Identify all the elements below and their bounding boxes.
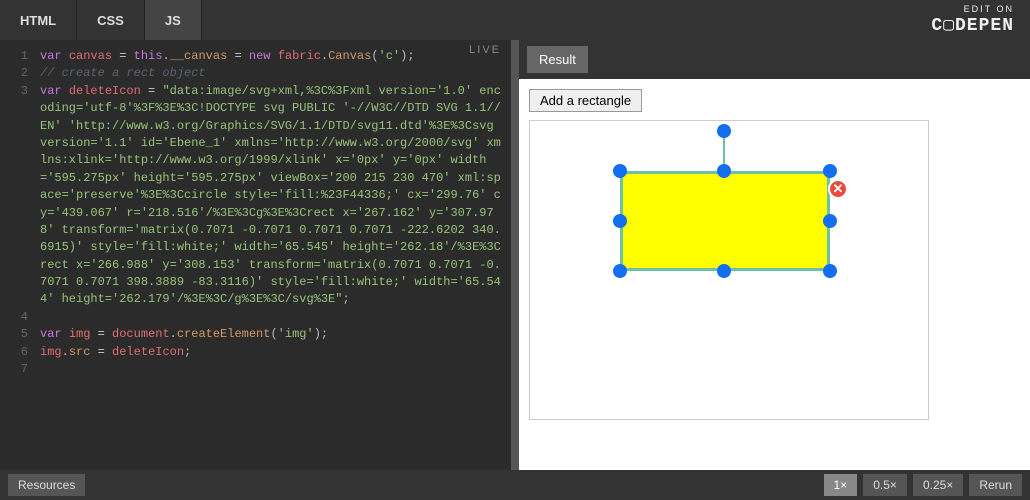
gutter: 2 bbox=[0, 65, 40, 82]
handle-rotate[interactable] bbox=[717, 124, 731, 138]
handle-br[interactable] bbox=[823, 264, 837, 278]
tab-html[interactable]: HTML bbox=[0, 0, 77, 40]
tab-js[interactable]: JS bbox=[145, 0, 202, 40]
result-body: Add a rectangle ✕ bbox=[519, 79, 1030, 470]
code-source[interactable]: var img = document.createElement('img'); bbox=[40, 326, 501, 343]
gutter: 1 bbox=[0, 48, 40, 65]
live-badge: LIVE bbox=[469, 44, 501, 56]
code-source[interactable] bbox=[40, 361, 501, 378]
code-editor[interactable]: 1var canvas = this.__canvas = new fabric… bbox=[0, 40, 511, 470]
main: LIVE 1var canvas = this.__canvas = new f… bbox=[0, 40, 1030, 470]
codepen-logo: C▢DEPEN bbox=[931, 14, 1014, 36]
gutter: 5 bbox=[0, 326, 40, 343]
code-line[interactable]: 4 bbox=[0, 309, 501, 326]
code-line[interactable]: 3var deleteIcon = "data:image/svg+xml,%3… bbox=[0, 83, 501, 309]
edit-on-label: EDIT ON bbox=[964, 4, 1014, 14]
gutter: 6 bbox=[0, 344, 40, 361]
code-source[interactable]: // create a rect object bbox=[40, 65, 501, 82]
code-line[interactable]: 5var img = document.createElement('img')… bbox=[0, 326, 501, 343]
topbar: HTML CSS JS EDIT ON C▢DEPEN bbox=[0, 0, 1030, 40]
tab-result[interactable]: Result bbox=[527, 46, 588, 73]
handle-tl[interactable] bbox=[613, 164, 627, 178]
code-line[interactable]: 6img.src = deleteIcon; bbox=[0, 344, 501, 361]
code-line[interactable]: 2// create a rect object bbox=[0, 65, 501, 82]
zoom-1x[interactable]: 1× bbox=[824, 474, 858, 496]
zoom-05x[interactable]: 0.5× bbox=[863, 474, 907, 496]
handle-tr[interactable] bbox=[823, 164, 837, 178]
code-source[interactable]: var canvas = this.__canvas = new fabric.… bbox=[40, 48, 501, 65]
code-source[interactable]: var deleteIcon = "data:image/svg+xml,%3C… bbox=[40, 83, 501, 309]
gutter: 4 bbox=[0, 309, 40, 326]
add-rectangle-button[interactable]: Add a rectangle bbox=[529, 89, 642, 112]
gutter: 7 bbox=[0, 361, 40, 378]
editor-tabs: HTML CSS JS bbox=[0, 0, 202, 40]
code-source[interactable]: img.src = deleteIcon; bbox=[40, 344, 501, 361]
delete-control[interactable]: ✕ bbox=[828, 179, 848, 199]
handle-tm[interactable] bbox=[717, 164, 731, 178]
code-source[interactable] bbox=[40, 309, 501, 326]
code-line[interactable]: 1var canvas = this.__canvas = new fabric… bbox=[0, 48, 501, 65]
handle-mr[interactable] bbox=[823, 214, 837, 228]
result-pane: Result Add a rectangle ✕ bbox=[519, 40, 1030, 470]
handle-ml[interactable] bbox=[613, 214, 627, 228]
pane-splitter[interactable] bbox=[511, 40, 519, 470]
editor-pane: LIVE 1var canvas = this.__canvas = new f… bbox=[0, 40, 511, 470]
canvas[interactable]: ✕ bbox=[529, 120, 929, 420]
zoom-025x[interactable]: 0.25× bbox=[913, 474, 963, 496]
gutter: 3 bbox=[0, 83, 40, 309]
handle-bl[interactable] bbox=[613, 264, 627, 278]
fabric-rectangle[interactable] bbox=[620, 171, 830, 271]
result-header: Result bbox=[519, 40, 1030, 79]
resources-button[interactable]: Resources bbox=[8, 474, 85, 496]
rerun-button[interactable]: Rerun bbox=[969, 474, 1022, 496]
code-line[interactable]: 7 bbox=[0, 361, 501, 378]
bottombar: Resources 1× 0.5× 0.25× Rerun bbox=[0, 470, 1030, 500]
handle-bm[interactable] bbox=[717, 264, 731, 278]
brand[interactable]: EDIT ON C▢DEPEN bbox=[931, 0, 1030, 40]
tab-css[interactable]: CSS bbox=[77, 0, 145, 40]
